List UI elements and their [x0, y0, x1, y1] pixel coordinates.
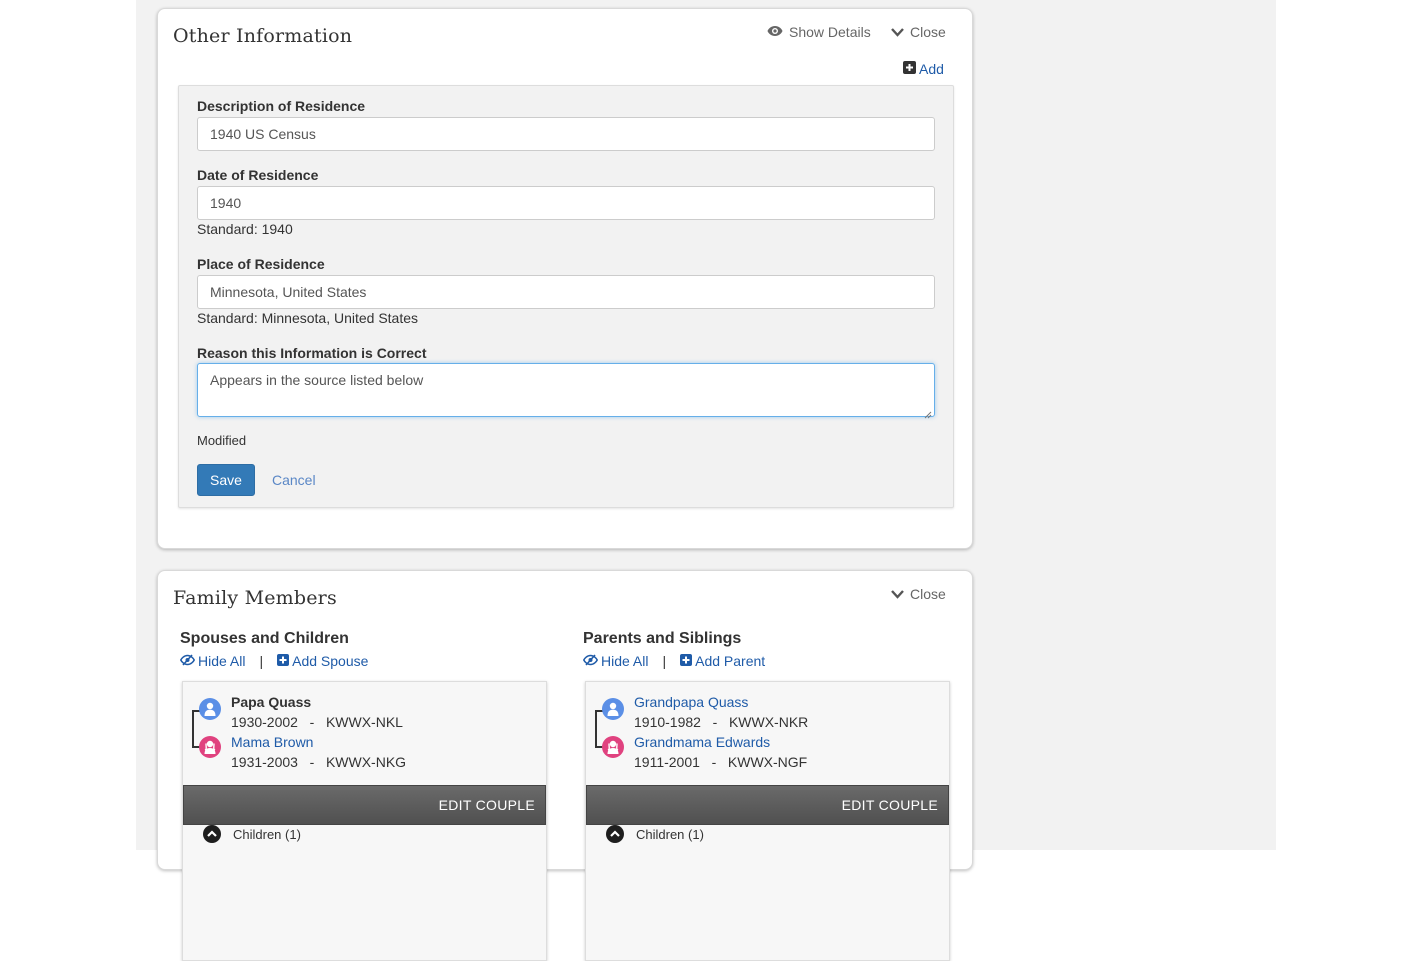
plus-square-icon [277, 653, 290, 669]
show-details-button[interactable]: Show Details [767, 24, 871, 40]
add-label: Add [919, 61, 944, 77]
close-label: Close [910, 586, 946, 602]
residence-form: Description of Residence 1940 US Census … [178, 85, 954, 508]
spouses-heading: Spouses and Children [180, 630, 349, 647]
add-parent-button[interactable]: Add Parent [680, 653, 765, 669]
plus-square-icon [680, 653, 693, 669]
save-button[interactable]: Save [197, 464, 255, 496]
date-standard: Standard: 1940 [197, 221, 293, 237]
place-input[interactable]: Minnesota, United States [197, 275, 935, 309]
date-input[interactable]: 1940 [197, 186, 935, 220]
hide-all-label: Hide All [601, 653, 649, 669]
other-information-card: Other Information Show Details Close Add… [157, 8, 973, 549]
close-other-info-button[interactable]: Close [891, 24, 946, 40]
edit-couple-button[interactable]: EDIT COUPLE [183, 785, 546, 825]
separator: | [662, 653, 667, 669]
add-spouse-label: Add Spouse [292, 653, 369, 669]
female-person-icon [199, 736, 221, 758]
description-label: Description of Residence [197, 98, 366, 114]
chevron-down-icon [891, 586, 904, 602]
hide-all-label: Hide All [198, 653, 246, 669]
eye-slash-icon [179, 653, 196, 669]
parent-couple-card: Grandpapa Quass 1910-1982 - KWWX-NKR Gra… [585, 681, 950, 961]
close-family-button[interactable]: Close [891, 586, 946, 602]
husband-name: Papa Quass [231, 694, 312, 710]
children-toggle[interactable]: Children (1) [203, 825, 301, 843]
father-info: 1910-1982 - KWWX-NKR [634, 714, 809, 730]
parents-actions: Hide All | Add Parent [582, 653, 765, 669]
date-label: Date of Residence [197, 167, 319, 183]
spouse-couple-card: Papa Quass 1930-2002 - KWWX-NKL Mama Bro… [182, 681, 547, 961]
children-toggle[interactable]: Children (1) [606, 825, 704, 843]
reason-label: Reason this Information is Correct [197, 345, 427, 361]
father-name-link[interactable]: Grandpapa Quass [634, 694, 748, 710]
mother-name-link[interactable]: Grandmama Edwards [634, 734, 770, 750]
chevron-up-icon[interactable] [606, 825, 624, 843]
add-spouse-button[interactable]: Add Spouse [277, 653, 368, 669]
children-label: Children (1) [636, 826, 704, 842]
description-input[interactable]: 1940 US Census [197, 117, 935, 151]
add-button[interactable]: Add [903, 61, 944, 77]
show-details-label: Show Details [789, 24, 871, 40]
male-person-icon [602, 698, 624, 720]
reason-text: Appears in the source listed below [210, 372, 424, 388]
female-person-icon [602, 736, 624, 758]
mother-info: 1911-2001 - KWWX-NGF [634, 754, 808, 770]
reason-textarea[interactable]: Appears in the source listed below [197, 363, 935, 419]
chevron-up-icon[interactable] [203, 825, 221, 843]
place-label: Place of Residence [197, 256, 325, 272]
edit-couple-button[interactable]: EDIT COUPLE [586, 785, 949, 825]
parents-heading: Parents and Siblings [583, 630, 742, 647]
eye-slash-icon [582, 653, 599, 669]
wife-name-link[interactable]: Mama Brown [231, 734, 313, 750]
children-label: Children (1) [233, 826, 301, 842]
plus-square-icon [903, 61, 916, 77]
place-standard: Standard: Minnesota, United States [197, 310, 419, 326]
family-members-title: Family Members [173, 587, 337, 609]
resize-grip-icon[interactable] [924, 406, 932, 419]
chevron-down-icon [891, 24, 904, 40]
wife-info: 1931-2003 - KWWX-NKG [231, 754, 407, 770]
hide-all-parents-button[interactable]: Hide All [582, 653, 649, 669]
husband-info: 1930-2002 - KWWX-NKL [231, 714, 403, 730]
separator: | [259, 653, 264, 669]
male-person-icon [199, 698, 221, 720]
hide-all-spouses-button[interactable]: Hide All [179, 653, 246, 669]
close-label: Close [910, 24, 946, 40]
eye-icon [767, 24, 783, 40]
cancel-button[interactable]: Cancel [272, 472, 316, 488]
family-members-card: Family Members Close Spouses and Childre… [157, 570, 973, 961]
spouses-actions: Hide All | Add Spouse [179, 653, 368, 669]
other-information-title: Other Information [173, 25, 353, 47]
status-text: Modified [197, 433, 247, 448]
add-parent-label: Add Parent [695, 653, 766, 669]
